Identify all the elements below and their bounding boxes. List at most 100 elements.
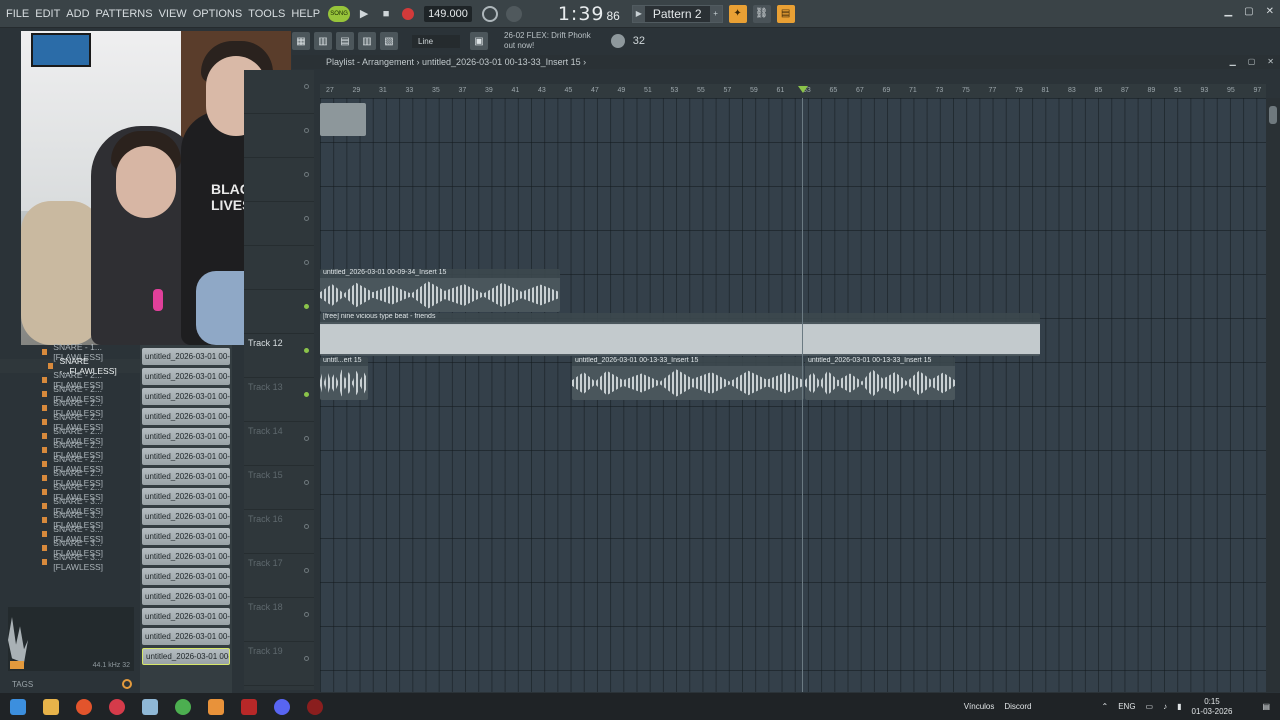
piano-roll-icon[interactable]: ▥ (314, 32, 332, 50)
track-header[interactable]: Track 12 (244, 334, 314, 378)
chrome-icon[interactable] (175, 698, 191, 715)
pattern-selector[interactable]: ▶ Pattern 2 + (631, 4, 723, 23)
clip-source-item[interactable]: untitled_2026-03-01 00- (142, 428, 230, 445)
close-icon[interactable]: ✕ (1266, 6, 1274, 17)
song-mode-toggle[interactable]: SONG (328, 5, 351, 22)
track-header[interactable] (244, 246, 314, 290)
menu-tools[interactable]: TOOLS (248, 8, 285, 20)
track-header[interactable] (244, 70, 314, 114)
minimize-icon[interactable]: ▁ (1224, 6, 1232, 17)
notification-icon[interactable]: ▤ (1262, 702, 1270, 711)
online-icon[interactable] (610, 34, 625, 48)
discord-icon[interactable] (274, 698, 290, 715)
metronome-icon[interactable] (481, 5, 498, 22)
tags-label[interactable]: TAGS (12, 680, 33, 689)
track-header[interactable]: Track 16 (244, 510, 314, 554)
audio-clip-1[interactable]: untitled_2026-03-01 00-09-34_Insert 15 (320, 269, 560, 312)
track-mute-icon[interactable] (304, 612, 309, 617)
fl-studio-icon[interactable] (208, 698, 224, 715)
play-icon[interactable]: ▶ (356, 6, 372, 22)
volume-icon[interactable]: ♪ (1163, 702, 1167, 711)
search-icon[interactable] (122, 679, 132, 689)
menu-help[interactable]: HELP (291, 8, 320, 20)
audio-clip-2[interactable]: untitled_2026-03-01 00-13-33_Insert 15 (572, 357, 804, 400)
track-header[interactable] (244, 158, 314, 202)
channel-rack-icon[interactable]: ▤ (336, 32, 354, 50)
track-mute-icon[interactable] (304, 568, 309, 573)
track-header[interactable]: Track 15 (244, 466, 314, 510)
playlist-minimize-icon[interactable]: ▁ (1230, 57, 1236, 66)
audio-clip-beat[interactable]: [free] nine vicious type beat - friends (320, 313, 1040, 356)
scrollbar-thumb[interactable] (1269, 106, 1277, 124)
track-header[interactable]: Track 17 (244, 554, 314, 598)
track-mute-icon[interactable] (304, 128, 309, 133)
playlist-icon[interactable]: ▦ (292, 32, 310, 50)
menu-view[interactable]: VIEW (159, 8, 187, 20)
track-mute-icon[interactable] (304, 172, 309, 177)
clip-source-item[interactable]: untitled_2026-03-01 00- (142, 508, 230, 525)
timeline-ruler[interactable]: 27 29 31 33 35 37 39 41 43 45 47 49 51 53 55 57 59 61 63 65… (320, 84, 1266, 98)
clip-source-item[interactable]: untitled_2026-03-01 00- (142, 548, 230, 565)
clip-source-item[interactable]: untitled_2026-03-01 00- (142, 648, 230, 665)
snap-select[interactable]: Line (412, 34, 460, 48)
playhead-marker-icon[interactable] (798, 86, 808, 93)
audio-clip-top[interactable] (320, 103, 366, 136)
chevron-up-icon[interactable]: ⌃ (1102, 702, 1109, 711)
browser-icon[interactable]: ▧ (380, 32, 398, 50)
obs-icon[interactable] (307, 698, 323, 715)
clip-source-item[interactable]: untitled_2026-03-01 00- (142, 348, 230, 365)
lang-label[interactable]: ENG (1118, 702, 1135, 711)
track-header[interactable]: Track 13 (244, 378, 314, 422)
track-mute-icon[interactable] (304, 656, 309, 661)
track-header[interactable] (244, 114, 314, 158)
network-icon[interactable]: ▭ (1146, 702, 1154, 711)
maximize-icon[interactable]: ▢ (1244, 6, 1253, 17)
track-header[interactable]: Track 18 (244, 598, 314, 642)
clip-source-item[interactable]: untitled_2026-03-01 00- (142, 528, 230, 545)
track-mute-icon[interactable] (304, 84, 309, 89)
clock[interactable]: 0:15 01-03-2026 (1192, 697, 1233, 717)
song-time-display[interactable]: 1:39 86 (558, 3, 620, 25)
stop-icon[interactable]: ■ (378, 6, 394, 22)
track-mute-icon[interactable] (304, 436, 309, 441)
clip-source-item[interactable]: untitled_2026-03-01 00- (142, 368, 230, 385)
track-mute-icon[interactable] (304, 304, 309, 309)
recorder-icon[interactable] (241, 698, 257, 715)
playlist-close-icon[interactable]: ✕ (1267, 57, 1274, 66)
menu-edit[interactable]: EDIT (35, 8, 60, 20)
track-mute-icon[interactable] (304, 524, 309, 529)
start-icon[interactable] (10, 698, 26, 715)
menu-options[interactable]: OPTIONS (193, 8, 243, 20)
clip-source-item[interactable]: untitled_2026-03-01 00- (142, 488, 230, 505)
vinculos-label[interactable]: Vínculos (964, 702, 995, 711)
playlist-scrollbar[interactable] (1266, 98, 1280, 692)
clip-source-item[interactable]: untitled_2026-03-01 00- (142, 388, 230, 405)
clip-source-item[interactable]: untitled_2026-03-01 00- (142, 468, 230, 485)
mixer-icon[interactable]: ▤ (776, 4, 795, 23)
track-header[interactable] (244, 202, 314, 246)
pattern-prev-icon[interactable]: ▶ (632, 5, 645, 22)
battery-icon[interactable]: ▮ (1177, 702, 1181, 711)
audio-clip-short[interactable]: untitl...ert 15 (320, 357, 368, 400)
track-header[interactable]: Track 19 (244, 642, 314, 686)
preview-play-icon[interactable] (10, 661, 24, 669)
clip-source-item[interactable]: untitled_2026-03-01 00- (142, 588, 230, 605)
clip-source-item[interactable]: untitled_2026-03-01 00- (142, 568, 230, 585)
playlist-maximize-icon[interactable]: ▢ (1248, 57, 1256, 66)
typing-keyboard-icon[interactable]: ✦ (728, 4, 747, 23)
browser-item[interactable]: SNARE - 3...[FLAWLESS] (0, 552, 140, 572)
track-mute-icon[interactable] (304, 348, 309, 353)
pattern-add-icon[interactable]: + (709, 5, 722, 22)
track-mute-icon[interactable] (304, 392, 309, 397)
record-button[interactable] (402, 7, 415, 20)
audio-clip-3[interactable]: untitled_2026-03-01 00-13-33_Insert 15 (805, 357, 955, 400)
tempo-display[interactable]: 149.000 (424, 5, 472, 22)
news-ticker[interactable]: 26-02 FLEX: Drift Phonk out now! (504, 31, 591, 51)
track-mute-icon[interactable] (304, 260, 309, 265)
master-pitch-knob[interactable] (505, 5, 522, 22)
clip-source-item[interactable]: untitled_2026-03-01 00- (142, 628, 230, 645)
link-icon[interactable]: ⛓ (752, 4, 771, 23)
app-icon[interactable] (142, 698, 158, 715)
media-player-icon[interactable] (109, 698, 125, 715)
track-header[interactable] (244, 290, 314, 334)
